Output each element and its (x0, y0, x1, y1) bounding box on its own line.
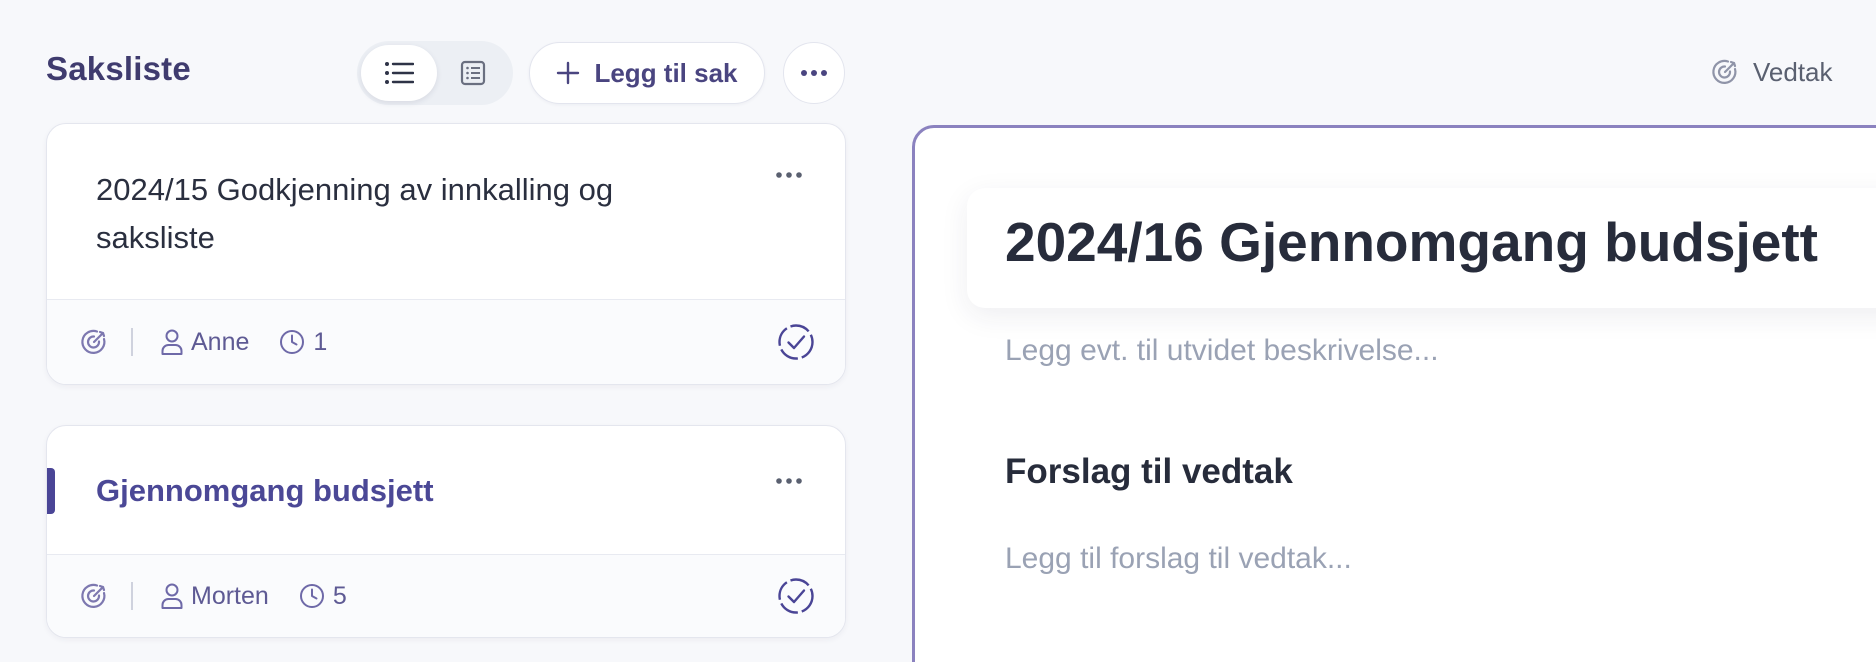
view-toggle (357, 41, 513, 105)
case-vedtak-button[interactable] (79, 327, 109, 357)
vedtak-link[interactable]: Vedtak (1711, 52, 1833, 92)
case-person-name: Anne (191, 327, 250, 356)
case-card-active[interactable]: Gjennomgang budsjett Morten 5 (46, 425, 846, 638)
case-person[interactable]: Morten (161, 582, 269, 611)
table-list-icon (460, 60, 486, 86)
case-vedtak-button[interactable] (79, 581, 109, 611)
case-more-button[interactable] (769, 466, 809, 496)
vedtak-label: Vedtak (1753, 56, 1833, 87)
active-indicator (47, 468, 55, 514)
case-person[interactable]: Anne (161, 328, 249, 357)
more-options-button[interactable] (783, 42, 845, 104)
list-view-button[interactable] (361, 45, 437, 101)
case-person-name: Morten (191, 581, 269, 610)
case-card[interactable]: 2024/15 Godkjenning av innkalling og sak… (46, 123, 846, 385)
case-duration[interactable]: 5 (299, 582, 347, 611)
plus-icon (556, 61, 580, 85)
clock-icon (299, 583, 325, 609)
case-card-footer: Anne 1 (47, 299, 845, 384)
clock-icon (279, 329, 305, 355)
add-case-button[interactable]: Legg til sak (529, 42, 765, 104)
case-card-body: Gjennomgang budsjett (47, 426, 845, 556)
proposal-field[interactable]: Legg til forslag til vedtak... (1005, 542, 1352, 576)
case-title: 2024/15 Godkjenning av innkalling og sak… (96, 172, 614, 255)
user-icon (161, 329, 183, 355)
case-detail-panel: 2024/16 Gjennomgang budsjett Legg evt. t… (912, 125, 1876, 662)
agenda-page: Saksliste Legg til sak Vedtak 2024/15 Go… (0, 0, 1876, 662)
list-icon (384, 60, 414, 86)
dashed-check-circle-icon (777, 577, 815, 615)
case-duration-value: 1 (313, 327, 328, 356)
user-icon (161, 583, 183, 609)
proposal-heading: Forslag til vedtak (1005, 452, 1293, 491)
case-card-body: 2024/15 Godkjenning av innkalling og sak… (47, 124, 845, 301)
more-horizontal-icon (775, 171, 803, 179)
case-duration-value: 5 (332, 581, 347, 610)
page-title: Saksliste (46, 50, 191, 87)
description-field[interactable]: Legg evt. til utvidet beskrivelse... (1005, 334, 1439, 368)
target-icon (80, 328, 108, 356)
target-icon (1711, 58, 1739, 86)
case-duration[interactable]: 1 (279, 328, 327, 357)
target-icon (80, 582, 108, 610)
add-case-label: Legg til sak (594, 57, 738, 88)
dashed-check-circle-icon (777, 323, 815, 361)
divider (131, 582, 133, 610)
mark-done-button[interactable] (775, 575, 817, 617)
case-detail-title[interactable]: 2024/16 Gjennomgang budsjett (1005, 210, 1818, 274)
more-horizontal-icon (775, 477, 803, 485)
detail-view-button[interactable] (435, 45, 511, 101)
case-card-footer: Morten 5 (47, 554, 845, 637)
case-title: Gjennomgang budsjett (96, 473, 434, 508)
more-horizontal-icon (800, 69, 828, 77)
divider (131, 328, 133, 356)
case-more-button[interactable] (769, 160, 809, 190)
mark-done-button[interactable] (775, 321, 817, 363)
